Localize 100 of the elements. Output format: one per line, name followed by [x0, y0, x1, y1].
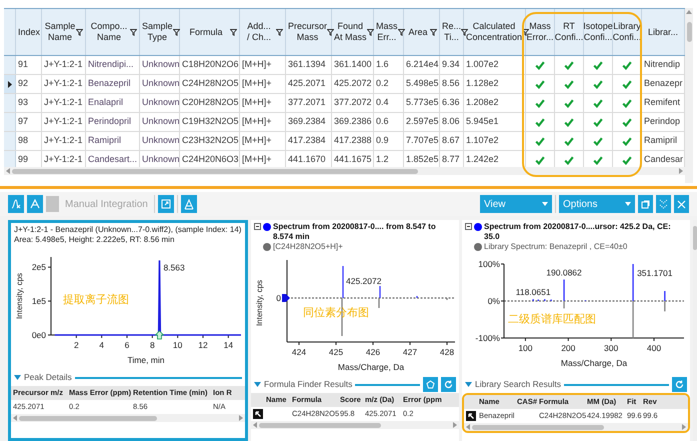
filter-icon[interactable] [430, 28, 437, 36]
tick-label: 100 [518, 343, 533, 353]
legend-label: Spectrum from 20200817-0.... from 8.547 to 8.574 min [273, 222, 437, 242]
tick-label: 4 [99, 340, 104, 350]
axis-title: Mass/Charge, Da [560, 358, 628, 368]
table-cell: [M+H]+ [240, 132, 286, 150]
table-cell: C20H28N2O5 [180, 94, 240, 112]
horizontal-scrollbar[interactable] [251, 421, 459, 429]
filter-icon[interactable] [172, 28, 180, 36]
horizontal-scrollbar[interactable] [11, 414, 245, 422]
table-cell: 7.707e5 [404, 132, 440, 150]
close-button[interactable] [674, 195, 689, 213]
tick-label: 12 [198, 340, 208, 350]
table-cell: 93 [16, 94, 42, 112]
tick-label: 300 [604, 343, 618, 353]
column-header[interactable]: Mass Error... [526, 9, 555, 55]
peak-info: Area: 5.498e5, Height: 2.222e5, RT: 8.56 min [13, 235, 176, 245]
tick-label: 0e0 [32, 330, 46, 340]
tick-label: 425 [328, 347, 344, 357]
column-header[interactable]: Precursor Mass [286, 9, 332, 55]
column-header[interactable]: Isotope Confi... [584, 9, 613, 55]
scrollbar-thumb[interactable] [12, 168, 418, 174]
label-peak-button[interactable] [180, 195, 197, 213]
scroll-right-icon[interactable] [453, 422, 457, 428]
table-cell: 0.9 [374, 132, 404, 150]
tick-label: 424 [292, 347, 306, 357]
peak-tool-button[interactable] [27, 195, 43, 213]
column-header[interactable]: Compo... Name [86, 9, 140, 55]
zoom-box-button[interactable] [158, 195, 174, 213]
column-header[interactable]: Sample Name [42, 9, 86, 55]
filter-icon[interactable] [76, 28, 83, 36]
vertical-scrollbar[interactable] [685, 8, 693, 183]
horizontal-scrollbar[interactable] [4, 167, 685, 175]
scroll-left-icon[interactable] [466, 424, 470, 430]
table-cell: 8.06 [440, 113, 464, 131]
formula-button[interactable] [423, 377, 438, 392]
filter-icon[interactable] [230, 28, 237, 36]
scroll-left-icon[interactable] [253, 422, 257, 428]
column-header[interactable]: Re... Ti... [440, 9, 464, 55]
filter-icon[interactable] [276, 28, 283, 36]
scrollbar-thumb[interactable] [686, 22, 692, 42]
filter-icon[interactable] [366, 28, 374, 36]
restore-icon [641, 200, 650, 208]
column-header[interactable]: Formula [180, 9, 240, 55]
axis-title: Intensity, cps [15, 272, 24, 320]
marker-icon [282, 294, 290, 302]
scrollbar-thumb[interactable] [472, 424, 604, 430]
scroll-left-icon[interactable] [13, 415, 17, 421]
table-cell: 2.597e5 [404, 113, 440, 131]
peak-marker-icon [154, 330, 164, 340]
label-peak-icon [184, 198, 194, 210]
table-cell: 417.2384 [286, 132, 332, 150]
scroll-right-icon[interactable] [239, 415, 243, 421]
table-cell: 5.945e1 [464, 113, 526, 131]
column-header[interactable]: Calculated Concentration [464, 9, 526, 55]
filter-icon[interactable] [130, 28, 137, 36]
column-header[interactable]: Add... / Ch... [240, 9, 286, 55]
scroll-up-icon[interactable] [686, 10, 692, 14]
peak-label: 118.0651 [516, 287, 551, 298]
refresh-button[interactable] [672, 377, 687, 392]
collapse-icon[interactable] [254, 223, 261, 230]
column-header[interactable]: Found At Mass [332, 9, 374, 55]
expand-triangle-icon[interactable] [254, 381, 261, 388]
expand-triangle-icon[interactable] [465, 381, 472, 388]
refresh-button[interactable] [441, 377, 456, 392]
filter-icon[interactable] [461, 28, 468, 36]
table-cell: 369.2386 [332, 113, 374, 131]
scroll-right-icon[interactable] [682, 424, 686, 430]
table-cell: 0.2 [374, 75, 404, 93]
scroll-left-icon[interactable] [6, 168, 10, 174]
table-cell: J+Y-1:2-1 [42, 56, 86, 74]
row-header[interactable] [4, 75, 16, 93]
collapse-button[interactable] [656, 195, 671, 213]
column-header[interactable]: Mass Err... [374, 9, 404, 55]
column-header[interactable]: Sample Type [140, 9, 180, 55]
scrollbar-thumb[interactable] [693, 226, 697, 250]
scrollbar-thumb[interactable] [259, 422, 382, 428]
tick-label: 0% [488, 296, 500, 306]
column-header[interactable]: Index [16, 9, 42, 55]
table-cell: 6.36 [440, 94, 464, 112]
table-cell: 98 [16, 132, 42, 150]
collapse-icon[interactable] [465, 223, 472, 230]
close-icon [677, 200, 686, 208]
expand-triangle-icon[interactable] [14, 374, 21, 381]
tick-label: 14 [224, 340, 234, 350]
column-header[interactable]: Library Confi... [613, 9, 642, 55]
scrollbar-thumb[interactable] [19, 416, 157, 420]
filter-icon[interactable] [522, 28, 530, 36]
curve-tool-button[interactable] [8, 195, 24, 213]
filter-icon[interactable] [398, 28, 405, 36]
tick-label: 8 [150, 340, 155, 350]
table-cell: Unknown [140, 75, 180, 93]
column-header[interactable]: Area [404, 9, 440, 55]
restore-button[interactable] [638, 195, 653, 213]
scroll-right-icon[interactable] [679, 168, 683, 174]
filter-icon[interactable] [327, 28, 334, 36]
table-cell: [M+H]+ [240, 94, 286, 112]
horizontal-scrollbar[interactable] [464, 423, 688, 431]
table-cell: 5.773e5 [404, 94, 440, 112]
column-header[interactable]: RT Confi... [555, 9, 584, 55]
